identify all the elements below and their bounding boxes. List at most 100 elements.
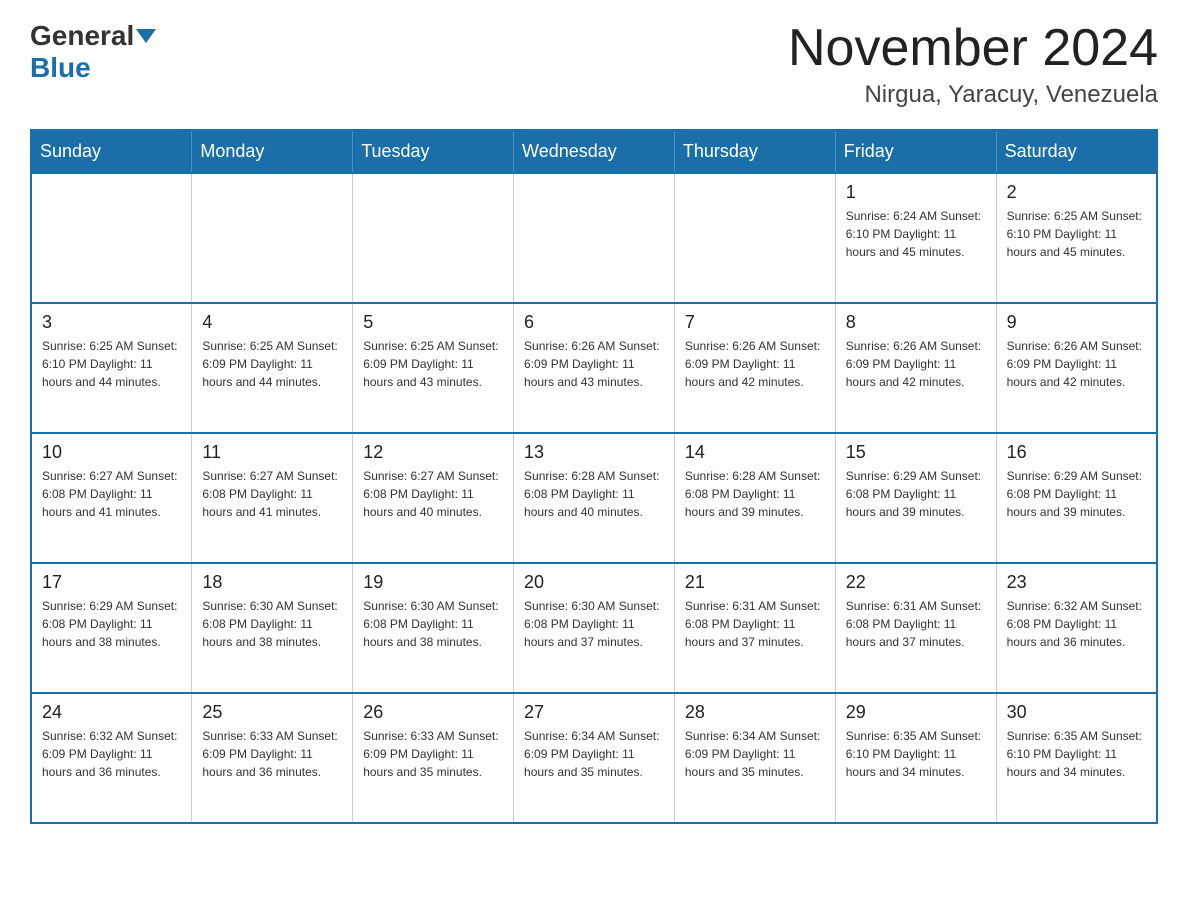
calendar-header-cell: Wednesday	[514, 130, 675, 173]
calendar-day-cell: 5Sunrise: 6:25 AM Sunset: 6:09 PM Daylig…	[353, 303, 514, 433]
day-info: Sunrise: 6:25 AM Sunset: 6:09 PM Dayligh…	[202, 337, 342, 391]
day-info: Sunrise: 6:35 AM Sunset: 6:10 PM Dayligh…	[846, 727, 986, 781]
calendar-header-cell: Tuesday	[353, 130, 514, 173]
calendar-day-cell: 10 Sunrise: 6:27 AM Sunset: 6:08 PM Dayli…	[31, 433, 192, 563]
logo-general-text: General	[30, 20, 134, 52]
calendar-day-cell: 26 Sunrise: 6:33 AM Sunset: 6:09 PM Dayli…	[353, 693, 514, 823]
day-number: 30	[1007, 702, 1146, 723]
calendar-day-cell: 12 Sunrise: 6:27 AM Sunset: 6:08 PM Dayli…	[353, 433, 514, 563]
day-number: 11	[202, 442, 342, 463]
day-info: Sunrise: 6:31 AM Sunset: 6:08 PM Dayligh…	[685, 597, 825, 651]
day-info: Sunrise: 6:29 AM Sunset: 6:08 PM Dayligh…	[1007, 467, 1146, 521]
day-info: Sunrise: 6:26 AM Sunset: 6:09 PM Dayligh…	[846, 337, 986, 391]
day-info: Sunrise: 6:25 AM Sunset: 6:10 PM Dayligh…	[1007, 207, 1146, 261]
day-info: Sunrise: 6:27 AM Sunset: 6:08 PM Dayligh…	[363, 467, 503, 521]
calendar-day-cell: 25Sunrise: 6:33 AM Sunset: 6:09 PM Dayli…	[192, 693, 353, 823]
calendar-day-cell: 23 Sunrise: 6:32 AM Sunset: 6:08 PM Dayli…	[996, 563, 1157, 693]
calendar-day-cell: 21 Sunrise: 6:31 AM Sunset: 6:08 PM Dayli…	[674, 563, 835, 693]
calendar-day-cell: 9 Sunrise: 6:26 AM Sunset: 6:09 PM Daylig…	[996, 303, 1157, 433]
day-info: Sunrise: 6:28 AM Sunset: 6:08 PM Dayligh…	[524, 467, 664, 521]
day-info: Sunrise: 6:31 AM Sunset: 6:08 PM Dayligh…	[846, 597, 986, 651]
calendar-day-cell	[674, 173, 835, 303]
month-title: November 2024	[788, 20, 1158, 77]
calendar-day-cell: 2Sunrise: 6:25 AM Sunset: 6:10 PM Daylig…	[996, 173, 1157, 303]
calendar-day-cell: 17Sunrise: 6:29 AM Sunset: 6:08 PM Dayli…	[31, 563, 192, 693]
calendar-week-row: 17Sunrise: 6:29 AM Sunset: 6:08 PM Dayli…	[31, 563, 1157, 693]
calendar-day-cell	[192, 173, 353, 303]
calendar-week-row: 10 Sunrise: 6:27 AM Sunset: 6:08 PM Dayli…	[31, 433, 1157, 563]
day-info: Sunrise: 6:28 AM Sunset: 6:08 PM Dayligh…	[685, 467, 825, 521]
day-info: Sunrise: 6:26 AM Sunset: 6:09 PM Dayligh…	[524, 337, 664, 391]
calendar-body: 1 Sunrise: 6:24 AM Sunset: 6:10 PM Daylig…	[31, 173, 1157, 823]
day-info: Sunrise: 6:27 AM Sunset: 6:08 PM Dayligh…	[42, 467, 181, 521]
title-area: November 2024 Nirgua, Yaracuy, Venezuela	[788, 20, 1158, 109]
calendar-day-cell: 19 Sunrise: 6:30 AM Sunset: 6:08 PM Dayli…	[353, 563, 514, 693]
day-number: 10	[42, 442, 181, 463]
location-text: Nirgua, Yaracuy, Venezuela	[788, 81, 1158, 109]
day-info: Sunrise: 6:25 AM Sunset: 6:10 PM Dayligh…	[42, 337, 181, 391]
day-number: 25	[202, 702, 342, 723]
day-number: 16	[1007, 442, 1146, 463]
day-number: 19	[363, 572, 503, 593]
calendar-day-cell: 27 Sunrise: 6:34 AM Sunset: 6:09 PM Dayli…	[514, 693, 675, 823]
day-info: Sunrise: 6:26 AM Sunset: 6:09 PM Dayligh…	[685, 337, 825, 391]
day-info: Sunrise: 6:30 AM Sunset: 6:08 PM Dayligh…	[363, 597, 503, 651]
logo-blue-text: Blue	[30, 52, 91, 84]
calendar-day-cell: 6 Sunrise: 6:26 AM Sunset: 6:09 PM Daylig…	[514, 303, 675, 433]
calendar-day-cell: 30Sunrise: 6:35 AM Sunset: 6:10 PM Dayli…	[996, 693, 1157, 823]
day-number: 18	[202, 572, 342, 593]
day-number: 3	[42, 312, 181, 333]
calendar-day-cell: 4Sunrise: 6:25 AM Sunset: 6:09 PM Daylig…	[192, 303, 353, 433]
calendar-day-cell: 29 Sunrise: 6:35 AM Sunset: 6:10 PM Dayli…	[835, 693, 996, 823]
logo: General Blue	[30, 20, 156, 84]
day-number: 8	[846, 312, 986, 333]
day-info: Sunrise: 6:24 AM Sunset: 6:10 PM Dayligh…	[846, 207, 986, 261]
day-number: 24	[42, 702, 181, 723]
calendar-header-cell: Monday	[192, 130, 353, 173]
day-number: 6	[524, 312, 664, 333]
calendar-header: SundayMondayTuesdayWednesdayThursdayFrid…	[31, 130, 1157, 173]
calendar-header-row: SundayMondayTuesdayWednesdayThursdayFrid…	[31, 130, 1157, 173]
calendar-day-cell: 15Sunrise: 6:29 AM Sunset: 6:08 PM Dayli…	[835, 433, 996, 563]
calendar-day-cell: 20Sunrise: 6:30 AM Sunset: 6:08 PM Dayli…	[514, 563, 675, 693]
calendar-day-cell: 13 Sunrise: 6:28 AM Sunset: 6:08 PM Dayli…	[514, 433, 675, 563]
day-number: 7	[685, 312, 825, 333]
calendar-day-cell: 8 Sunrise: 6:26 AM Sunset: 6:09 PM Daylig…	[835, 303, 996, 433]
calendar-day-cell: 16 Sunrise: 6:29 AM Sunset: 6:08 PM Dayli…	[996, 433, 1157, 563]
calendar-week-row: 24 Sunrise: 6:32 AM Sunset: 6:09 PM Dayli…	[31, 693, 1157, 823]
day-number: 22	[846, 572, 986, 593]
day-info: Sunrise: 6:32 AM Sunset: 6:09 PM Dayligh…	[42, 727, 181, 781]
day-number: 26	[363, 702, 503, 723]
day-info: Sunrise: 6:34 AM Sunset: 6:09 PM Dayligh…	[685, 727, 825, 781]
calendar-header-cell: Friday	[835, 130, 996, 173]
day-info: Sunrise: 6:29 AM Sunset: 6:08 PM Dayligh…	[846, 467, 986, 521]
header: General Blue November 2024 Nirgua, Yarac…	[30, 20, 1158, 109]
day-info: Sunrise: 6:26 AM Sunset: 6:09 PM Dayligh…	[1007, 337, 1146, 391]
calendar-day-cell: 3 Sunrise: 6:25 AM Sunset: 6:10 PM Daylig…	[31, 303, 192, 433]
day-number: 20	[524, 572, 664, 593]
day-number: 13	[524, 442, 664, 463]
calendar-day-cell	[31, 173, 192, 303]
calendar-week-row: 3 Sunrise: 6:25 AM Sunset: 6:10 PM Daylig…	[31, 303, 1157, 433]
calendar-day-cell	[353, 173, 514, 303]
day-number: 27	[524, 702, 664, 723]
calendar-day-cell: 11 Sunrise: 6:27 AM Sunset: 6:08 PM Dayli…	[192, 433, 353, 563]
day-info: Sunrise: 6:29 AM Sunset: 6:08 PM Dayligh…	[42, 597, 181, 651]
day-number: 28	[685, 702, 825, 723]
day-info: Sunrise: 6:27 AM Sunset: 6:08 PM Dayligh…	[202, 467, 342, 521]
day-info: Sunrise: 6:33 AM Sunset: 6:09 PM Dayligh…	[363, 727, 503, 781]
day-number: 23	[1007, 572, 1146, 593]
calendar-header-cell: Thursday	[674, 130, 835, 173]
day-info: Sunrise: 6:34 AM Sunset: 6:09 PM Dayligh…	[524, 727, 664, 781]
calendar-day-cell: 28 Sunrise: 6:34 AM Sunset: 6:09 PM Dayli…	[674, 693, 835, 823]
day-number: 9	[1007, 312, 1146, 333]
calendar-day-cell: 22 Sunrise: 6:31 AM Sunset: 6:08 PM Dayli…	[835, 563, 996, 693]
logo-arrow-icon	[136, 29, 156, 43]
day-number: 21	[685, 572, 825, 593]
day-number: 12	[363, 442, 503, 463]
calendar-day-cell	[514, 173, 675, 303]
day-number: 29	[846, 702, 986, 723]
day-number: 1	[846, 182, 986, 203]
day-info: Sunrise: 6:32 AM Sunset: 6:08 PM Dayligh…	[1007, 597, 1146, 651]
calendar-table: SundayMondayTuesdayWednesdayThursdayFrid…	[30, 129, 1158, 824]
